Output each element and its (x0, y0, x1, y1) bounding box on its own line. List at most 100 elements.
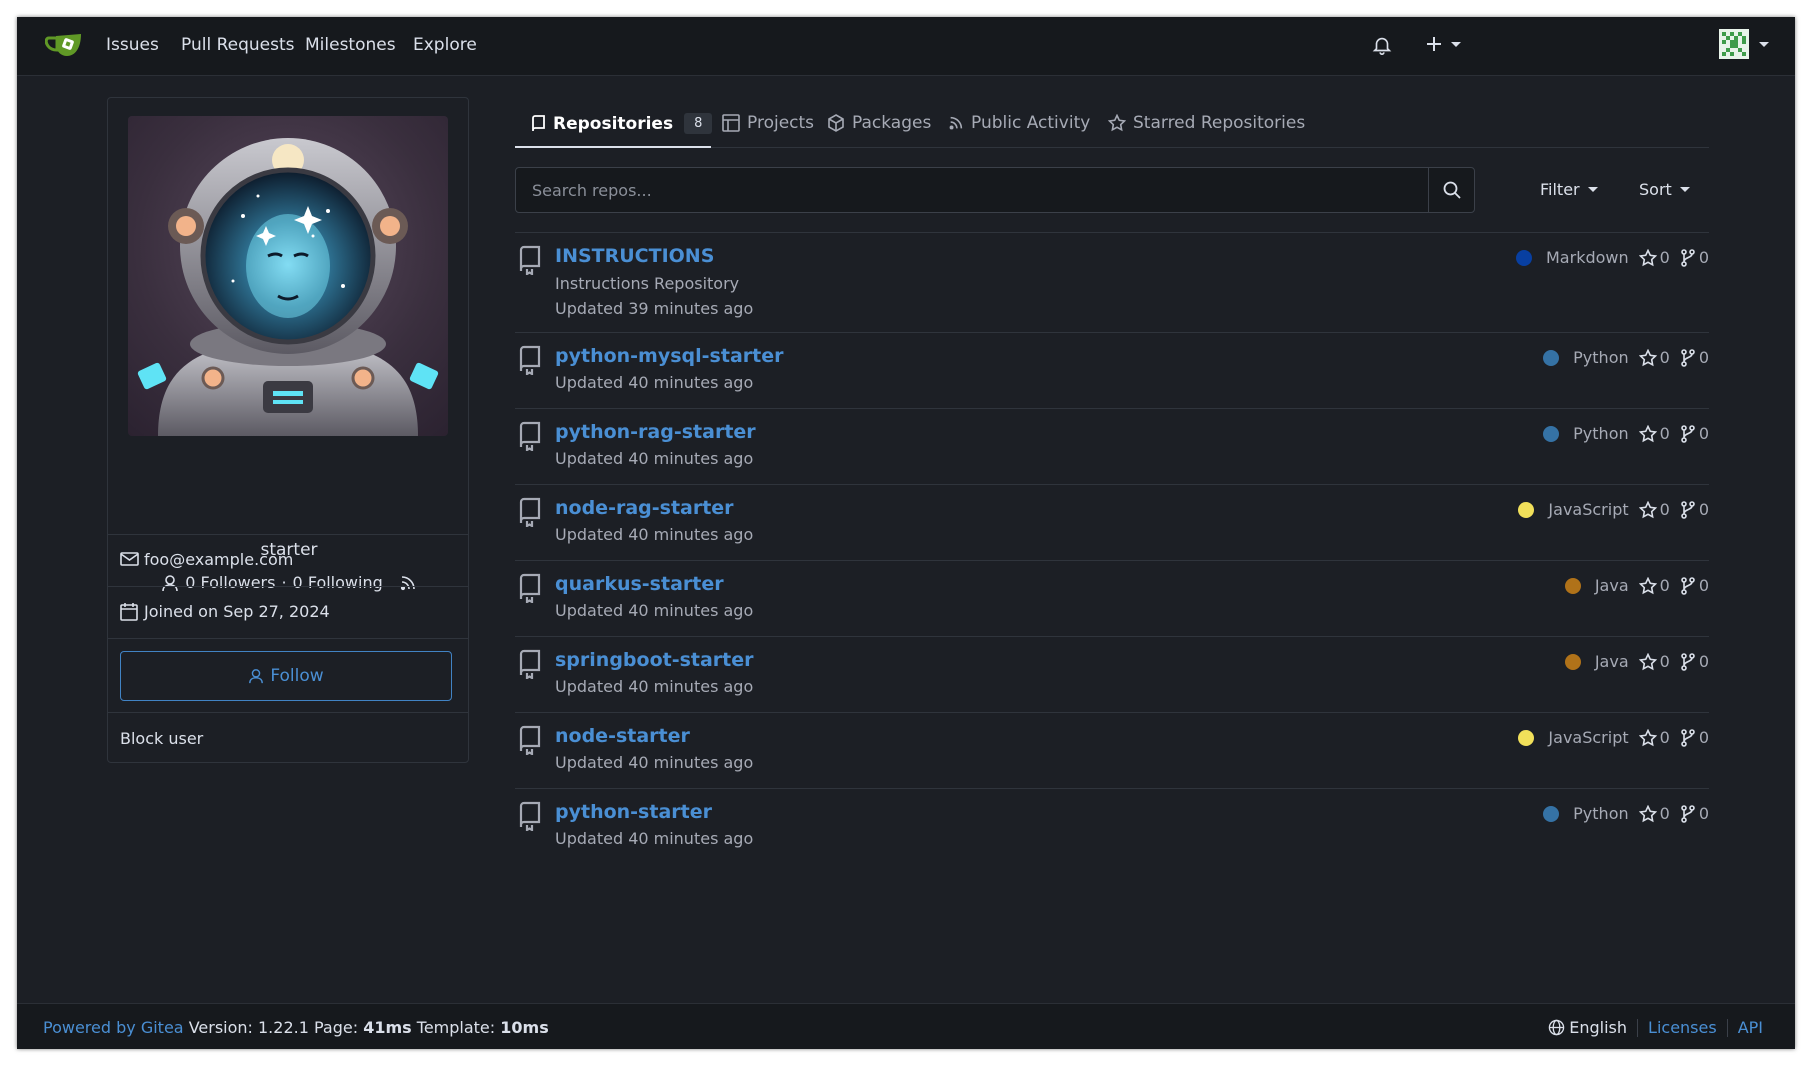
repo-language: Python (1573, 424, 1629, 443)
stars-link[interactable]: 0 (1638, 500, 1670, 519)
repo-icon (518, 245, 542, 279)
star-count: 0 (1659, 576, 1670, 595)
repo-row: python-mysql-starter Updated 40 minutes … (515, 332, 1709, 408)
nav-explore[interactable]: Explore (413, 35, 477, 55)
fork-count: 0 (1698, 728, 1709, 747)
repo-meta: Python 0 0 (1543, 424, 1709, 443)
package-icon (828, 114, 844, 132)
template-time: 10ms (500, 1018, 549, 1037)
powered-by-link[interactable]: Powered by Gitea (43, 1018, 184, 1037)
repo-count-badge: 8 (684, 113, 713, 134)
forks-link[interactable]: 0 (1680, 248, 1709, 267)
star-icon (1108, 114, 1126, 132)
fork-icon (1681, 248, 1695, 267)
repo-name-link[interactable]: python-starter (555, 801, 712, 823)
api-link[interactable]: API (1738, 1018, 1763, 1037)
repo-icon (518, 725, 542, 759)
forks-link[interactable]: 0 (1680, 576, 1709, 595)
active-tab-indicator (515, 146, 711, 148)
divider (1637, 1018, 1639, 1037)
repo-meta: Java 0 0 (1564, 576, 1709, 595)
stars-link[interactable]: 0 (1638, 728, 1670, 747)
stars-link[interactable]: 0 (1638, 804, 1670, 823)
repo-name-link[interactable]: node-starter (555, 725, 690, 747)
user-menu[interactable] (1719, 29, 1769, 59)
stars-link[interactable]: 0 (1638, 652, 1670, 671)
repo-icon (518, 573, 542, 607)
repo-row: node-starter Updated 40 minutes ago Java… (515, 712, 1709, 788)
repo-name-link[interactable]: node-rag-starter (555, 497, 734, 519)
repo-language: Java (1594, 652, 1629, 671)
repo-icon (518, 345, 542, 379)
repo-updated: Updated 40 minutes ago (555, 373, 754, 392)
sort-dropdown[interactable]: Sort (1639, 180, 1690, 199)
repo-search-box (515, 167, 1475, 213)
follow-row: Follow (108, 638, 468, 712)
forks-link[interactable]: 0 (1680, 348, 1709, 367)
nav-issues[interactable]: Issues (106, 35, 159, 55)
bell-icon[interactable] (1371, 33, 1393, 61)
filter-label: Filter (1540, 180, 1580, 199)
stars-link[interactable]: 0 (1638, 576, 1670, 595)
star-icon (1638, 652, 1657, 670)
joined-row: Joined on Sep 27, 2024 (108, 586, 468, 638)
repo-language: JavaScript (1548, 500, 1629, 519)
rss-icon (949, 116, 963, 130)
repo-language: JavaScript (1548, 728, 1629, 747)
repo-meta: JavaScript 0 0 (1518, 500, 1709, 519)
search-input[interactable] (516, 168, 1431, 212)
create-menu[interactable] (1425, 35, 1461, 53)
tab-repositories[interactable]: Repositories 8 (530, 113, 713, 134)
gitea-logo-icon[interactable] (44, 30, 85, 62)
chevron-down-icon (1587, 187, 1598, 192)
repo-language: Python (1573, 804, 1629, 823)
forks-link[interactable]: 0 (1680, 804, 1709, 823)
stars-link[interactable]: 0 (1638, 348, 1670, 367)
forks-link[interactable]: 0 (1680, 500, 1709, 519)
repo-updated: Updated 40 minutes ago (555, 525, 754, 544)
licenses-link[interactable]: Licenses (1648, 1018, 1717, 1037)
language-color-dot (1543, 805, 1560, 822)
tab-label: Packages (852, 113, 932, 133)
calendar-icon (120, 602, 138, 625)
search-button[interactable] (1428, 168, 1474, 212)
tab-public-activity[interactable]: Public Activity (948, 113, 1090, 133)
stars-link[interactable]: 0 (1638, 248, 1670, 267)
repo-name-link[interactable]: python-mysql-starter (555, 345, 783, 367)
chevron-down-icon (1451, 41, 1461, 47)
email-text[interactable]: foo@example.com (144, 550, 293, 569)
page-footer: Powered by Gitea Version: 1.22.1 Page: 4… (17, 1003, 1795, 1049)
repo-icon (518, 801, 542, 835)
fork-icon (1681, 424, 1695, 443)
version-text: Version: 1.22.1 (188, 1018, 309, 1037)
tab-label: Starred Repositories (1133, 113, 1306, 133)
avatar-small (1719, 29, 1749, 59)
page-time: 41ms (363, 1018, 412, 1037)
stars-link[interactable]: 0 (1638, 424, 1670, 443)
repo-row: quarkus-starter Updated 40 minutes ago J… (515, 560, 1709, 636)
language-selector[interactable]: English (1548, 1018, 1627, 1037)
fork-count: 0 (1698, 576, 1709, 595)
filter-dropdown[interactable]: Filter (1540, 180, 1598, 199)
repo-name-link[interactable]: python-rag-starter (555, 421, 756, 443)
star-icon (1638, 348, 1657, 366)
forks-link[interactable]: 0 (1680, 652, 1709, 671)
profile-card: starter 0 Followers · 0 Following foo@ex… (107, 97, 469, 763)
repo-meta: Markdown 0 0 (1516, 248, 1709, 267)
repo-icon (532, 114, 545, 131)
footer-links: English Licenses API (1548, 1018, 1763, 1037)
forks-link[interactable]: 0 (1680, 424, 1709, 443)
repo-name-link[interactable]: springboot-starter (555, 649, 754, 671)
repo-name-link[interactable]: INSTRUCTIONS (555, 245, 714, 267)
follow-button[interactable]: Follow (120, 651, 452, 701)
forks-link[interactable]: 0 (1680, 728, 1709, 747)
fork-count: 0 (1698, 248, 1709, 267)
nav-milestones[interactable]: Milestones (305, 35, 396, 55)
tab-starred-repositories[interactable]: Starred Repositories (1108, 113, 1305, 133)
nav-pull-requests[interactable]: Pull Requests (181, 35, 295, 55)
star-count: 0 (1659, 348, 1670, 367)
tab-packages[interactable]: Packages (827, 113, 931, 133)
tab-projects[interactable]: Projects (722, 113, 814, 133)
repo-name-link[interactable]: quarkus-starter (555, 573, 724, 595)
block-user-link[interactable]: Block user (120, 729, 203, 748)
